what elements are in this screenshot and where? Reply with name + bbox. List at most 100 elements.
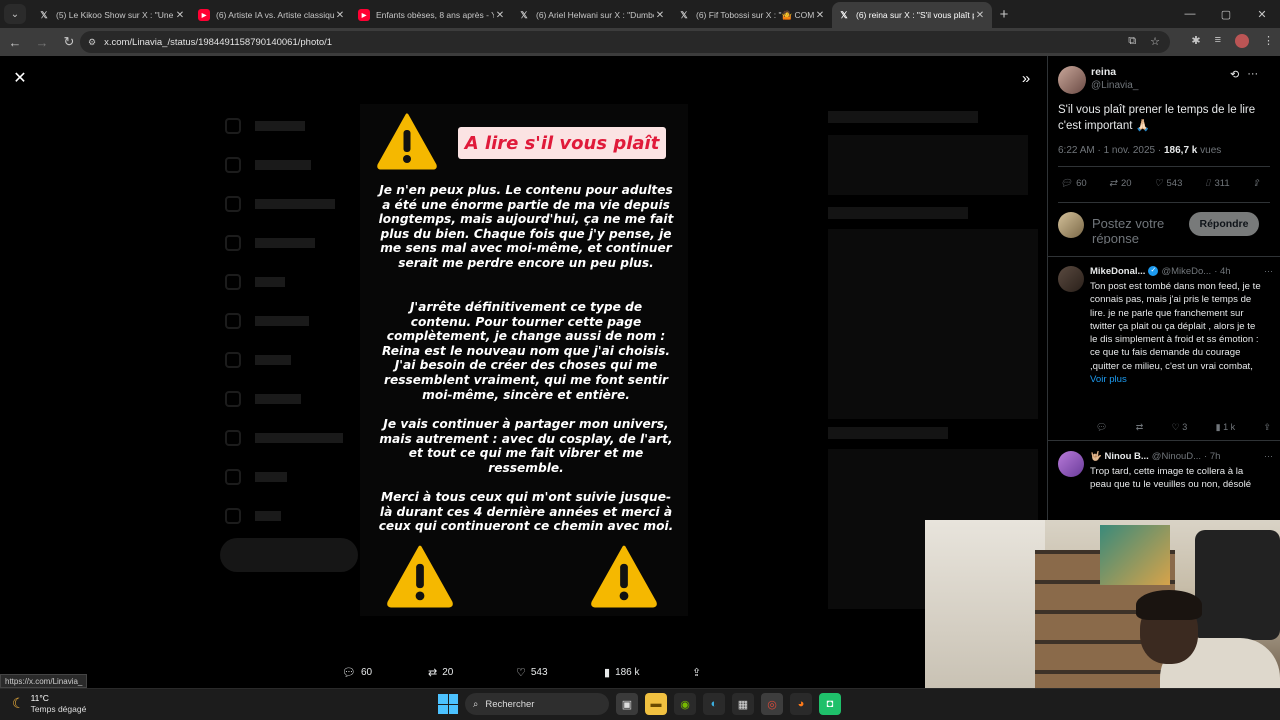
photo-paragraph: J'arrête définitivement ce type de conte… bbox=[382, 300, 670, 402]
bookmark-star-icon[interactable]: ☆ bbox=[1150, 35, 1160, 48]
install-app-icon[interactable]: ⧉ bbox=[1128, 35, 1136, 48]
author-name[interactable]: reina bbox=[1091, 66, 1138, 78]
author-handle[interactable]: @Linavia_ bbox=[1091, 80, 1138, 91]
app-icon[interactable]: ◘ bbox=[819, 693, 841, 715]
close-icon[interactable]: ✕ bbox=[10, 68, 30, 88]
minimize-icon[interactable]: — bbox=[1172, 0, 1208, 28]
reply-submit-button[interactable]: Répondre bbox=[1189, 212, 1259, 236]
browser-tab[interactable]: ▶ Enfants obèses, 8 ans après - Yo ✕ bbox=[352, 2, 512, 28]
tab-title: (5) Le Kikoo Show sur X : "Une bbox=[56, 10, 174, 20]
avatar[interactable] bbox=[1058, 266, 1084, 292]
repost-button[interactable]: ⇄ 20 bbox=[428, 666, 453, 679]
more-icon[interactable]: ··· bbox=[1264, 266, 1273, 276]
show-more-link[interactable]: Voir plus bbox=[1090, 373, 1265, 386]
more-icon[interactable]: ··· bbox=[1247, 68, 1258, 81]
repost-stat[interactable]: ⇄ 20 bbox=[1109, 178, 1132, 189]
windows-start-icon[interactable] bbox=[438, 694, 458, 714]
forward-icon[interactable]: → bbox=[30, 30, 54, 54]
tab-title: (6) reina sur X : "S'il vous plaît p bbox=[856, 10, 974, 20]
extensions-icon[interactable]: ✱ bbox=[1191, 34, 1200, 48]
heart-icon: ♡ bbox=[516, 666, 526, 679]
taskbar-search[interactable]: ⌕ Rechercher bbox=[465, 693, 609, 715]
tab-title: (6) Artiste IA vs. Artiste classiqu bbox=[216, 10, 334, 20]
reply-button[interactable]: 💬︎ 60 bbox=[342, 666, 372, 679]
reload-icon[interactable]: ↻ bbox=[57, 30, 81, 54]
task-view-icon[interactable]: ▣ bbox=[616, 693, 638, 715]
warning-icon bbox=[387, 545, 453, 608]
tweet-meta: 6:22 AM · 1 nov. 2025 · 186,7 k vues bbox=[1058, 145, 1221, 156]
close-window-icon[interactable]: ✕ bbox=[1244, 0, 1280, 28]
repost-icon: ⇄ bbox=[1109, 178, 1117, 189]
browser-menu-icon[interactable]: ⋮ bbox=[1263, 34, 1274, 48]
share-icon[interactable]: ⇪ bbox=[1263, 422, 1271, 433]
verified-badge-icon: ✓ bbox=[1148, 266, 1159, 276]
reply-item[interactable]: MikeDonal... ✓ @MikeDo... · 4h ··· Ton p… bbox=[1058, 266, 1273, 442]
avatar[interactable] bbox=[1058, 451, 1084, 477]
firefox-icon[interactable]: ◕ bbox=[790, 693, 812, 715]
bookmark-count: 311 bbox=[1214, 178, 1230, 189]
file-explorer-icon[interactable]: ▬ bbox=[645, 693, 667, 715]
youtube-icon: ▶ bbox=[358, 9, 370, 21]
grok-icon[interactable]: ⟲ bbox=[1230, 68, 1239, 81]
close-tab-icon[interactable]: ✕ bbox=[174, 10, 186, 21]
site-info-icon[interactable]: ⚙ bbox=[88, 37, 96, 48]
close-tab-icon[interactable]: ✕ bbox=[974, 10, 986, 21]
nvidia-icon[interactable]: ◉ bbox=[674, 693, 696, 715]
chrome-icon[interactable]: ◎ bbox=[761, 693, 783, 715]
reply-item[interactable]: 🤟🏼 Ninou B... @NinouD... · 7h ··· Trop t… bbox=[1058, 451, 1273, 531]
media-icon[interactable]: ≡ bbox=[1215, 34, 1221, 48]
reply-icon: 💬︎ bbox=[1060, 178, 1073, 189]
like-stat[interactable]: ♡ 3 bbox=[1172, 422, 1188, 433]
reply-time[interactable]: · 4h bbox=[1214, 266, 1230, 277]
new-tab-button[interactable]: + bbox=[992, 6, 1016, 23]
profile-avatar[interactable] bbox=[1235, 34, 1249, 48]
reply-icon[interactable]: 💬︎ bbox=[1096, 422, 1107, 433]
close-tab-icon[interactable]: ✕ bbox=[814, 10, 826, 21]
expand-sidebar-icon[interactable]: » bbox=[1016, 68, 1036, 88]
search-icon: ⌕ bbox=[473, 698, 479, 710]
maximize-icon[interactable]: ▢ bbox=[1208, 0, 1244, 28]
tweet-time[interactable]: 6:22 AM · 1 nov. 2025 · bbox=[1058, 145, 1164, 156]
tweet-author[interactable]: reina @Linavia_ bbox=[1058, 66, 1138, 94]
reply-author-name[interactable]: MikeDonal... bbox=[1090, 266, 1145, 277]
store-icon[interactable]: ▦ bbox=[732, 693, 754, 715]
reply-author-handle[interactable]: @MikeDo... bbox=[1161, 266, 1211, 277]
reply-stats: 💬︎ ⇄ ♡ 3 ▮ 1 k ⇪ bbox=[1096, 422, 1271, 433]
moon-icon: ☾ bbox=[12, 695, 25, 711]
browser-toolbar: ← → ↻ ⚙ x.com/Linavia_/status/1984491158… bbox=[0, 28, 1280, 56]
bookmark-stat[interactable]: ⌷ 311 bbox=[1205, 178, 1230, 189]
browser-tab[interactable]: 𝕏 (5) Le Kikoo Show sur X : "Une ✕ bbox=[32, 2, 192, 28]
browser-tab[interactable]: ▶ (6) Artiste IA vs. Artiste classiqu ✕ bbox=[192, 2, 352, 28]
views-count: 186 k bbox=[615, 666, 640, 678]
browser-tab[interactable]: 𝕏 (6) reina sur X : "S'il vous plaît p ✕ bbox=[832, 2, 992, 28]
edge-icon[interactable]: ◐ bbox=[703, 693, 725, 715]
reply-stat[interactable]: 💬︎ 60 bbox=[1060, 178, 1087, 189]
like-stat[interactable]: ♡ 543 bbox=[1154, 178, 1182, 189]
avatar[interactable] bbox=[1058, 66, 1086, 94]
tweet-views-count: 186,7 k bbox=[1164, 145, 1198, 156]
close-tab-icon[interactable]: ✕ bbox=[494, 10, 506, 21]
more-icon[interactable]: ··· bbox=[1264, 451, 1273, 461]
back-icon[interactable]: ← bbox=[3, 30, 27, 54]
tab-title: Enfants obèses, 8 ans après - Yo bbox=[376, 10, 494, 20]
share-button[interactable]: ⇪ bbox=[692, 666, 701, 679]
weather-desc: Temps dégagé bbox=[30, 704, 87, 714]
reply-icon: 💬︎ bbox=[342, 666, 356, 679]
tab-title: (6) Ariel Helwani sur X : "Dumbe bbox=[536, 10, 654, 20]
reply-time[interactable]: · 7h bbox=[1204, 451, 1220, 462]
views-button[interactable]: ▮ 186 k bbox=[604, 666, 640, 679]
close-tab-icon[interactable]: ✕ bbox=[654, 10, 666, 21]
reply-author-name[interactable]: 🤟🏼 Ninou B... bbox=[1090, 451, 1149, 462]
views-stat[interactable]: ▮ 1 k bbox=[1216, 422, 1235, 433]
reply-author-handle[interactable]: @NinouD... bbox=[1152, 451, 1201, 462]
like-button[interactable]: ♡ 543 bbox=[516, 666, 548, 679]
close-tab-icon[interactable]: ✕ bbox=[334, 10, 346, 21]
browser-tab[interactable]: 𝕏 (6) Ariel Helwani sur X : "Dumbe ✕ bbox=[512, 2, 672, 28]
browser-tab[interactable]: 𝕏 (6) Fif Tobossi sur X : "🤷 COMM ✕ bbox=[672, 2, 832, 28]
address-bar[interactable]: ⚙ x.com/Linavia_/status/1984491158790140… bbox=[80, 31, 1170, 53]
reply-input[interactable]: Postez votre réponse bbox=[1092, 216, 1192, 244]
tab-search-button[interactable]: ⌄ bbox=[4, 4, 26, 24]
repost-icon[interactable]: ⇄ bbox=[1136, 422, 1144, 433]
share-stat[interactable]: ⇪ bbox=[1252, 178, 1260, 189]
weather-widget[interactable]: ☾ 11°C Temps dégagé bbox=[12, 693, 86, 714]
